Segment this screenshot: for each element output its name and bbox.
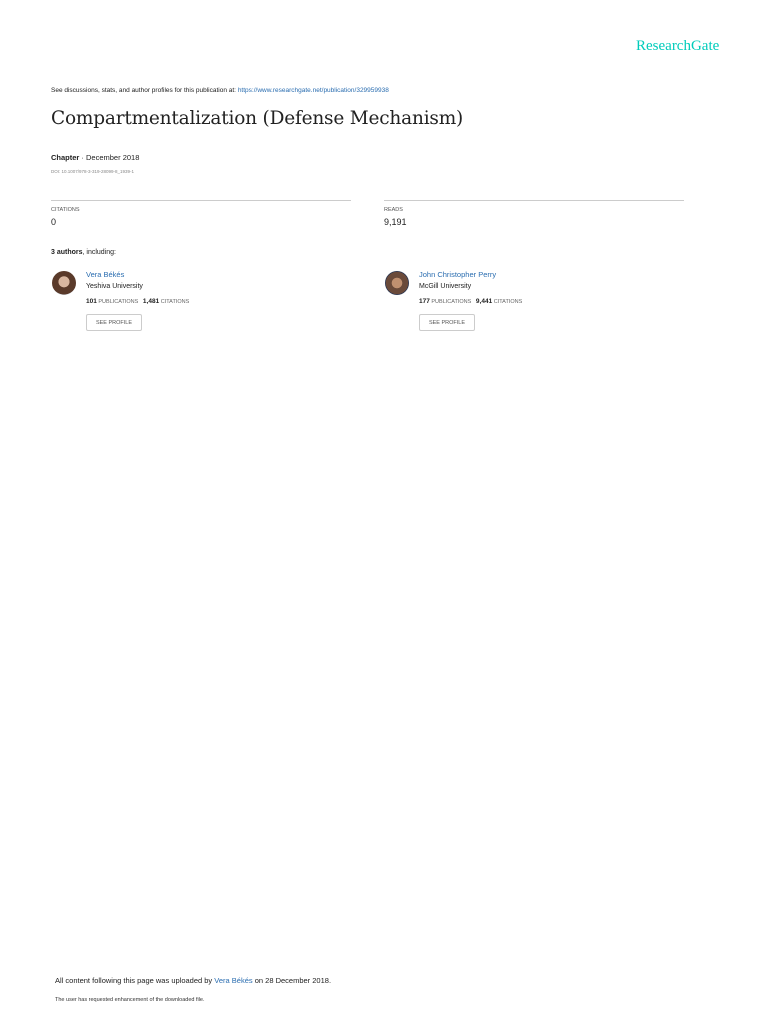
author-stats: 177 PUBLICATIONS 9,441 CITATIONS (419, 298, 522, 305)
publications-count: 101 (86, 298, 97, 305)
author-avatar[interactable] (385, 271, 409, 295)
publications-count: 177 (419, 298, 430, 305)
discussion-note: See discussions, stats, and author profi… (51, 87, 389, 94)
author-name[interactable]: Vera Békés (86, 270, 124, 279)
upload-suffix: on 28 December 2018. (254, 976, 332, 985)
uploader-link[interactable]: Vera Békés (214, 976, 252, 985)
publications-label: PUBLICATIONS (431, 299, 472, 305)
divider (51, 200, 351, 201)
citations-count: 1,481 (142, 298, 160, 305)
citations-count: 0 (51, 217, 57, 227)
citations-label: CITATIONS (51, 207, 80, 213)
doi: DOI: 10.1007/978-3-319-28099-8_1939-1 (51, 169, 135, 174)
citations-count: 9,441 (475, 298, 493, 305)
enhancement-note: The user has requested enhancement of th… (55, 997, 205, 1003)
reads-count: 9,191 (384, 217, 407, 227)
publication-date: · December 2018 (79, 153, 140, 162)
author-avatar[interactable] (52, 271, 76, 295)
publication-type: Chapter (51, 153, 80, 162)
author-institution: McGill University (419, 283, 472, 290)
authors-suffix: , including: (82, 249, 116, 256)
see-profile-button[interactable]: SEE PROFILE (419, 314, 475, 331)
author-stats: 101 PUBLICATIONS 1,481 CITATIONS (86, 298, 189, 305)
publications-label: PUBLICATIONS (98, 299, 139, 305)
reads-label: READS (384, 207, 403, 213)
publication-meta: Chapter · December 2018 (51, 153, 139, 162)
page-title: Compartmentalization (Defense Mechanism) (51, 108, 464, 129)
upload-note: All content following this page was uplo… (55, 976, 331, 985)
authors-heading: 3 authors, including: (51, 249, 116, 256)
researchgate-logo[interactable]: ResearchGate (636, 38, 719, 55)
citations-label: CITATIONS (493, 299, 523, 305)
authors-count: 3 authors (51, 249, 83, 256)
divider (384, 200, 684, 201)
see-text: See discussions, stats, and author profi… (51, 87, 236, 94)
author-institution: Yeshiva University (86, 283, 143, 290)
upload-prefix: All content following this page was uplo… (55, 976, 213, 985)
author-name[interactable]: John Christopher Perry (419, 270, 496, 279)
citations-label: CITATIONS (160, 299, 190, 305)
publication-link[interactable]: https://www.researchgate.net/publication… (238, 87, 389, 94)
see-profile-button[interactable]: SEE PROFILE (86, 314, 142, 331)
